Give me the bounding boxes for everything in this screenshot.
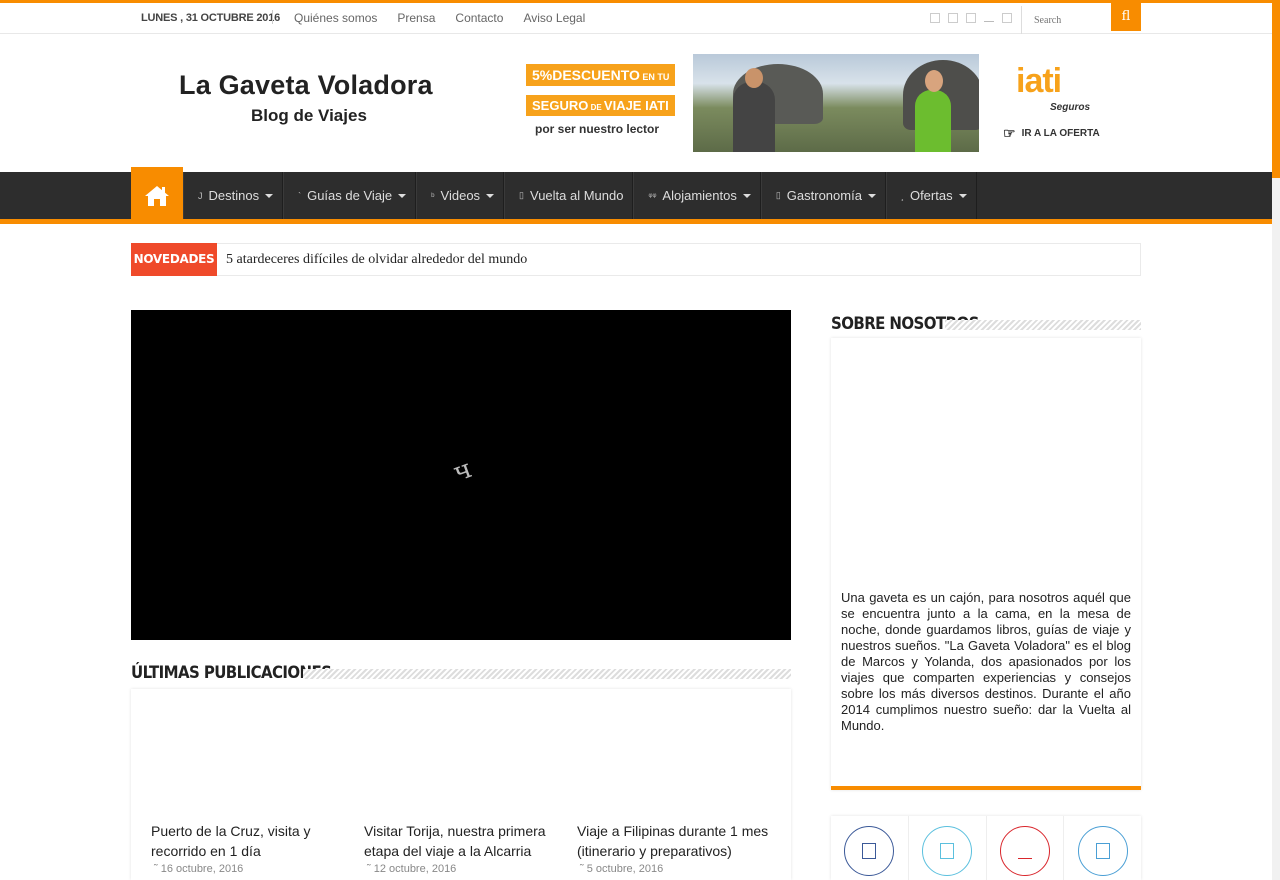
dropdown-caret-icon — [742, 193, 751, 198]
post-card[interactable]: Visitar Torija, nuestra primera etapa de… — [364, 821, 564, 875]
iati-logo: iati — [1016, 62, 1062, 100]
site-subtitle: Blog de Viajes — [251, 106, 367, 125]
post-card[interactable]: Puerto de la Cruz, visita y recorrido en… — [151, 821, 351, 875]
banner-cta[interactable]: ☞ IR A LA OFERTA — [1003, 125, 1100, 142]
nav-item-vuelta-al-mundo[interactable]: ▯ Vuelta al Mundo — [504, 172, 634, 219]
youtube-icon[interactable] — [984, 13, 994, 22]
dropdown-caret-icon — [486, 193, 495, 198]
nav-item-videos[interactable]: ᵇ Videos — [416, 172, 505, 219]
about-us-text: Una gaveta es un cajón, para nosotros aq… — [841, 590, 1131, 733]
facebook-icon[interactable] — [844, 826, 895, 876]
about-title-stripes — [945, 320, 1141, 330]
latest-posts-title: ÚLTIMAS PUBLICACIONES — [131, 662, 332, 683]
dropdown-caret-icon — [398, 193, 407, 198]
social-cell — [987, 816, 1065, 880]
nav-item-icon: ▯ — [519, 190, 524, 200]
dropdown-caret-icon — [958, 193, 967, 198]
ticker-headline[interactable]: 5 atardeceres difíciles de olvidar alred… — [226, 252, 527, 268]
youtube-icon[interactable] — [999, 826, 1050, 876]
about-us-widget: Una gaveta es un cajón, para nosotros aq… — [831, 338, 1141, 790]
news-ticker: NOVEDADES 5 atardeceres difíciles de olv… — [131, 243, 1141, 276]
post-date: ˜ 5 octubre, 2016 — [580, 863, 664, 875]
post-date: ˜ 16 octubre, 2016 — [154, 863, 244, 875]
post-date: ˜ 12 octubre, 2016 — [367, 863, 457, 875]
nav-item-label: Destinos — [208, 188, 260, 203]
iati-ad-banner[interactable]: 5%DESCUENTO EN TU SEGURO DE VIAJE IATI p… — [526, 54, 1116, 152]
top-link-aviso-legal[interactable]: Aviso Legal — [523, 11, 585, 25]
scrollbar-thumb[interactable] — [1272, 0, 1280, 178]
latest-posts-box: Puerto de la Cruz, visita y recorrido en… — [131, 689, 791, 880]
googleplus-icon[interactable] — [966, 13, 976, 23]
nav-item-ofertas[interactable]: ¸ Ofertas — [885, 172, 977, 219]
nav-item-label: Alojamientos — [662, 188, 737, 203]
nav-item-icon: ` — [298, 190, 302, 201]
banner-travel-photo — [693, 54, 979, 152]
top-bar: LUNES , 31 OCTUBRE 2016 Quiénes somos Pr… — [0, 0, 1272, 34]
social-cell — [909, 816, 987, 880]
social-cell — [831, 816, 909, 880]
search-box — [1021, 6, 1112, 34]
nav-item-destinos[interactable]: J Destinos — [183, 172, 284, 219]
banner-discount-line: 5%DESCUENTO EN TU — [526, 64, 676, 86]
nav-item-alojamientos[interactable]: ᵠᵠ Alojamientos — [633, 172, 761, 219]
rss-icon[interactable] — [1002, 13, 1012, 23]
dropdown-caret-icon — [867, 193, 876, 198]
nav-menu: J Destinos ` Guías de Viaje ᵇ Videos ▯ Vuelta a… — [183, 172, 977, 219]
social-cell — [1064, 816, 1141, 880]
social-widget — [831, 816, 1141, 880]
search-input[interactable] — [1022, 6, 1112, 34]
nav-item-icon: ᵠᵠ — [648, 190, 657, 201]
nav-item-label: Vuelta al Mundo — [530, 188, 624, 203]
iati-logo-sub: Seguros — [1050, 102, 1091, 113]
twitter-icon[interactable] — [948, 13, 958, 23]
post-title[interactable]: Visitar Torija, nuestra primera etapa de… — [364, 821, 564, 861]
top-link-contacto[interactable]: Contacto — [455, 11, 503, 25]
search-icon: fl — [1121, 9, 1131, 24]
top-links: Quiénes somos Prensa Contacto Aviso Lega… — [294, 11, 585, 25]
post-title[interactable]: Puerto de la Cruz, visita y recorrido en… — [151, 821, 351, 861]
page-scrollbar[interactable] — [1272, 0, 1280, 880]
nav-item-icon: ¸ — [900, 190, 904, 201]
banner-insurance-line: SEGURO DE VIAJE IATI — [526, 95, 675, 116]
latest-title-stripes — [303, 669, 791, 679]
nav-item-gastronom-a[interactable]: ▯ Gastronomía — [760, 172, 886, 219]
site-title[interactable]: La Gaveta Voladora — [179, 70, 433, 101]
googleplus-icon[interactable] — [1077, 826, 1128, 876]
nav-home-button[interactable] — [131, 167, 183, 224]
home-icon — [145, 185, 169, 206]
post-card[interactable]: Viaje a Filipinas durante 1 mes (itinera… — [577, 821, 777, 875]
nav-item-icon: J — [198, 190, 203, 201]
nav-item-label: Guías de Viaje — [307, 188, 393, 203]
main-navigation: J Destinos ` Guías de Viaje ᵇ Videos ▯ Vuelta a… — [0, 167, 1272, 224]
dropdown-caret-icon — [265, 193, 274, 198]
top-link-quienes-somos[interactable]: Quiénes somos — [294, 11, 377, 25]
nav-item-label: Gastronomía — [786, 188, 862, 203]
pointing-hand-icon: ☞ — [1003, 125, 1016, 141]
nav-item-label: Videos — [440, 188, 481, 203]
current-date: LUNES , 31 OCTUBRE 2016 — [141, 12, 281, 24]
ticker-label: NOVEDADES — [131, 243, 217, 276]
post-title[interactable]: Viaje a Filipinas durante 1 mes (itinera… — [577, 821, 777, 861]
top-social-icons — [930, 13, 1012, 23]
top-link-prensa[interactable]: Prensa — [397, 11, 435, 25]
banner-reader-line: por ser nuestro lector — [535, 122, 660, 136]
nav-item-label: Ofertas — [909, 188, 953, 203]
nav-item-icon: ᵇ — [431, 190, 435, 201]
banner-promo-text: 5%DESCUENTO EN TU SEGURO DE VIAJE IATI p… — [526, 64, 693, 136]
banner-cta-label: IR A LA OFERTA — [1021, 128, 1100, 139]
facebook-icon[interactable] — [930, 13, 940, 23]
twitter-icon[interactable] — [922, 826, 973, 876]
nav-item-icon: ▯ — [775, 190, 781, 200]
nav-item-gu-as-de-viaje[interactable]: ` Guías de Viaje — [283, 172, 417, 219]
search-button[interactable]: fl — [1111, 3, 1141, 31]
top-divider — [272, 10, 273, 24]
